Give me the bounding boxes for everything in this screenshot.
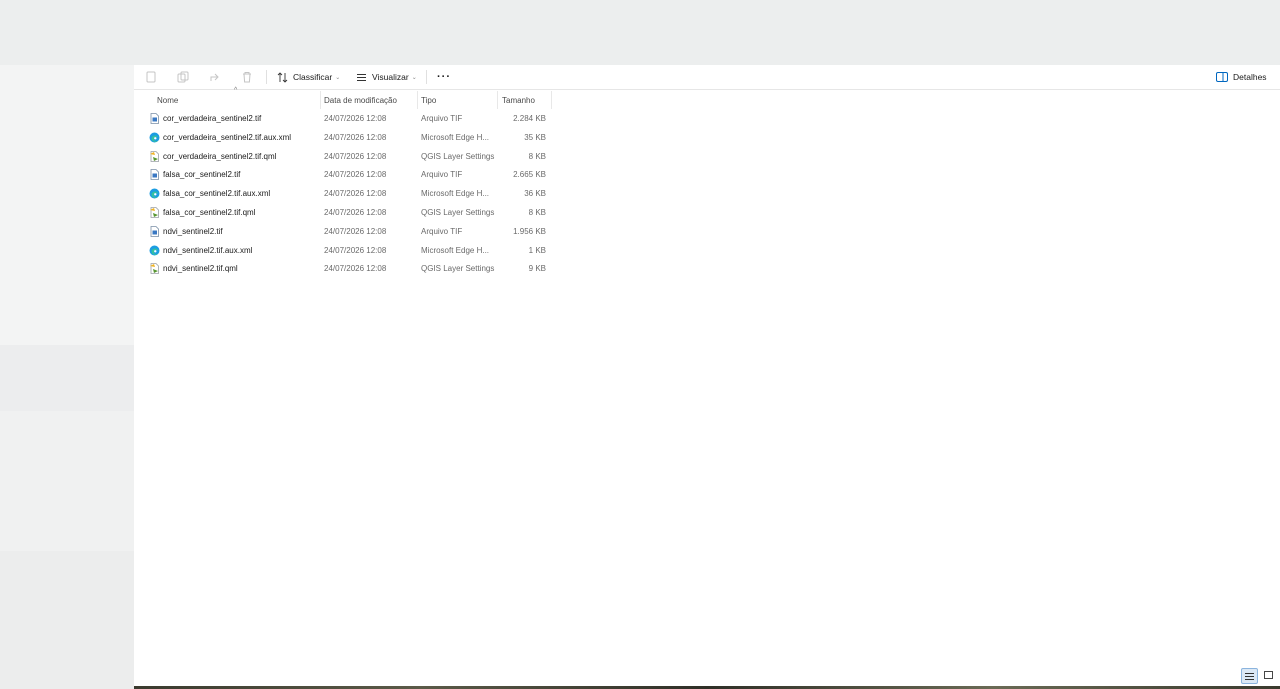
- column-divider[interactable]: [551, 91, 552, 109]
- view-label: Visualizar: [372, 72, 409, 82]
- column-header-name[interactable]: Nome: [157, 91, 317, 109]
- file-type: QGIS Layer Settings: [421, 264, 495, 274]
- file-name: ndvi_sentinel2.tif: [163, 226, 223, 236]
- file-row[interactable]: cor_verdadeira_sentinel2.tif 24/07/2026 1…: [144, 110, 552, 128]
- file-name: ndvi_sentinel2.tif.qml: [163, 264, 238, 274]
- toolbar-divider: [266, 70, 267, 84]
- file-row[interactable]: falsa_cor_sentinel2.tif.aux.xml 24/07/202…: [144, 185, 552, 203]
- more-options-icon: ···: [437, 71, 451, 83]
- column-header-modified-label: Data de modificação: [324, 95, 397, 105]
- command-bar: Classificar ⌄ Visualizar ⌄ ··· Detalhes: [134, 65, 1280, 90]
- file-row[interactable]: falsa_cor_sentinel2.tif.qml 24/07/2026 12…: [144, 204, 552, 222]
- file-size: 9 KB: [528, 264, 546, 274]
- file-size: 35 KB: [524, 132, 546, 142]
- column-header-size-label: Tamanho: [502, 95, 535, 105]
- file-row[interactable]: ndvi_sentinel2.tif.aux.xml 24/07/2026 12:…: [144, 242, 552, 260]
- file-row[interactable]: ndvi_sentinel2.tif 24/07/2026 12:08 Arquiv…: [144, 223, 552, 241]
- file-date: 24/07/2026 12:08: [324, 114, 387, 123]
- tif-file-icon: [149, 113, 160, 124]
- column-divider[interactable]: [320, 91, 321, 109]
- file-date: 24/07/2026 12:08: [324, 132, 387, 142]
- cut-icon[interactable]: [143, 69, 159, 85]
- view-list-icon: [357, 73, 366, 81]
- file-name: cor_verdadeira_sentinel2.tif.qml: [163, 151, 277, 161]
- file-size: 8 KB: [528, 151, 546, 161]
- file-date: 24/07/2026 12:08: [324, 208, 387, 217]
- more-options-button[interactable]: ···: [437, 68, 451, 86]
- file-name: falsa_cor_sentinel2.tif: [163, 170, 241, 180]
- edge-icon: [149, 132, 160, 143]
- file-date: 24/07/2026 12:08: [324, 264, 387, 274]
- chevron-down-icon: ⌄: [411, 74, 417, 81]
- details-pane-icon: [1216, 72, 1228, 82]
- view-button[interactable]: Visualizar ⌄: [356, 68, 417, 86]
- tiles-view-icon: [1264, 670, 1273, 679]
- column-header-type[interactable]: Tipo: [421, 91, 497, 109]
- file-date: 24/07/2026 12:08: [324, 170, 387, 180]
- file-name: cor_verdadeira_sentinel2.tif: [163, 114, 262, 123]
- delete-icon[interactable]: [239, 69, 255, 85]
- file-name: cor_verdadeira_sentinel2.tif.aux.xml: [163, 132, 292, 142]
- file-size: 8 KB: [528, 208, 546, 217]
- qgis-icon: [149, 263, 160, 275]
- file-name: falsa_cor_sentinel2.tif.aux.xml: [163, 189, 271, 199]
- file-row[interactable]: cor_verdadeira_sentinel2.tif.aux.xml 24/0…: [144, 129, 552, 147]
- sort-button[interactable]: Classificar ⌄: [277, 68, 340, 86]
- file-type: QGIS Layer Settings: [421, 151, 495, 161]
- details-button[interactable]: Detalhes: [1216, 68, 1267, 86]
- file-row[interactable]: cor_verdadeira_sentinel2.tif.qml 24/07/20…: [144, 148, 552, 166]
- edge-icon: [149, 188, 160, 199]
- file-date: 24/07/2026 12:08: [324, 245, 387, 255]
- details-label: Detalhes: [1233, 72, 1267, 82]
- file-size: 1.956 KB: [513, 226, 546, 236]
- file-type: Microsoft Edge H...: [421, 245, 490, 255]
- share-icon[interactable]: [207, 69, 223, 85]
- file-type: Arquivo TIF: [421, 226, 463, 236]
- toolbar-divider: [426, 70, 427, 84]
- file-date: 24/07/2026 12:08: [324, 151, 387, 161]
- edge-icon: [149, 245, 160, 256]
- column-divider[interactable]: [497, 91, 498, 109]
- file-name: ndvi_sentinel2.tif.aux.xml: [163, 245, 253, 255]
- details-view-icon: [1245, 672, 1254, 680]
- file-name: falsa_cor_sentinel2.tif.qml: [163, 208, 256, 217]
- file-type: Arquivo TIF: [421, 170, 463, 180]
- qgis-icon: [149, 207, 160, 218]
- file-type: Microsoft Edge H...: [421, 189, 490, 199]
- file-date: 24/07/2026 12:08: [324, 226, 387, 236]
- column-header-modified[interactable]: Data de modificação: [324, 91, 414, 109]
- column-header-name-label: Nome: [157, 95, 179, 105]
- qgis-icon: [149, 150, 160, 162]
- chevron-down-icon: ⌄: [335, 74, 341, 81]
- column-header-type-label: Tipo: [421, 95, 437, 105]
- column-divider[interactable]: [417, 91, 418, 109]
- tif-file-icon: [149, 225, 160, 237]
- file-row[interactable]: ndvi_sentinel2.tif.qml 24/07/2026 12:08 QG…: [144, 260, 552, 278]
- file-size: 1 KB: [528, 245, 546, 255]
- file-type: QGIS Layer Settings: [421, 208, 495, 217]
- sort-icon: [277, 71, 288, 83]
- tif-file-icon: [149, 169, 160, 181]
- file-row[interactable]: falsa_cor_sentinel2.tif 24/07/2026 12:08 A…: [144, 166, 552, 184]
- column-header-size[interactable]: Tamanho: [502, 91, 550, 109]
- sort-label: Classificar: [293, 72, 333, 82]
- file-type: Arquivo TIF: [421, 114, 463, 123]
- file-size: 2.665 KB: [513, 170, 546, 180]
- background-left: [0, 65, 134, 689]
- background-top: [0, 0, 1280, 65]
- details-view-toggle[interactable]: [1241, 668, 1258, 684]
- file-date: 24/07/2026 12:08: [324, 189, 387, 199]
- file-type: Microsoft Edge H...: [421, 132, 490, 142]
- file-size: 36 KB: [524, 189, 546, 199]
- file-explorer-window: Classificar ⌄ Visualizar ⌄ ··· Detalhes …: [134, 65, 1280, 686]
- view-toggle-group: [1241, 668, 1276, 684]
- file-size: 2.284 KB: [513, 114, 546, 123]
- copy-icon[interactable]: [175, 69, 191, 85]
- tiles-view-toggle[interactable]: [1261, 668, 1276, 682]
